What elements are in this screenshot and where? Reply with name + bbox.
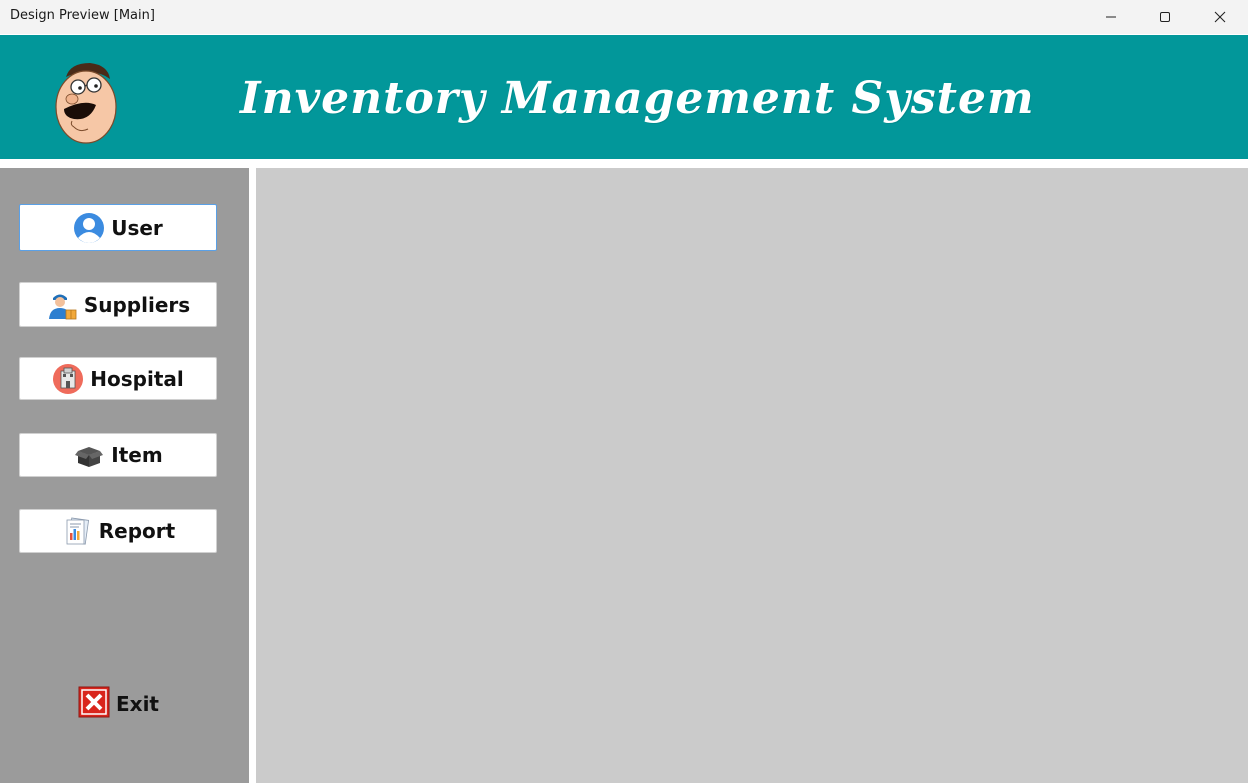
report-button-label: Report [98, 519, 176, 543]
item-button[interactable]: Item [19, 433, 217, 477]
minimize-button[interactable] [1084, 0, 1138, 34]
report-button[interactable]: Report [19, 509, 217, 553]
window-titlebar: Design Preview [Main] [0, 0, 1248, 34]
user-button[interactable]: User [19, 204, 217, 251]
exit-button[interactable]: Exit [78, 686, 168, 722]
hospital-icon [52, 363, 84, 395]
close-icon [1214, 11, 1226, 23]
main-content-area [256, 168, 1248, 783]
hospital-button[interactable]: Hospital [19, 357, 217, 400]
exit-button-label: Exit [116, 692, 159, 716]
close-button[interactable] [1193, 0, 1247, 34]
item-button-label: Item [111, 443, 163, 467]
app-title: Inventory Management System [240, 73, 1035, 124]
suppliers-button[interactable]: Suppliers [19, 282, 217, 327]
minimize-icon [1106, 16, 1116, 18]
exit-icon [78, 686, 110, 722]
user-icon [73, 212, 105, 244]
cartoon-face-logo [55, 63, 117, 144]
sidebar: User Suppliers Hospital Item Report Exit [0, 168, 249, 783]
window-title: Design Preview [Main] [10, 8, 155, 23]
hospital-button-label: Hospital [90, 366, 184, 391]
sidebar-divider [249, 168, 256, 783]
box-icon [73, 439, 105, 471]
user-button-label: User [111, 215, 163, 240]
suppliers-button-label: Suppliers [83, 292, 191, 317]
header-banner: Inventory Management System [0, 35, 1248, 159]
maximize-icon [1160, 12, 1170, 22]
maximize-button[interactable] [1138, 0, 1192, 34]
report-icon [61, 515, 93, 547]
supplier-icon [46, 289, 78, 321]
header-divider [0, 159, 1248, 168]
